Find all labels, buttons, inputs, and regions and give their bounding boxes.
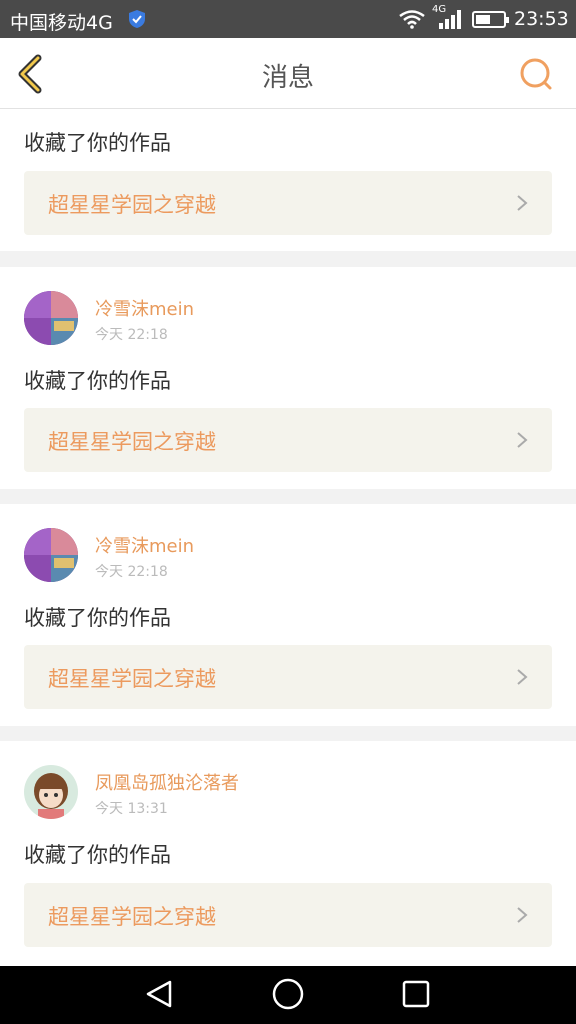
avatar[interactable] [24,291,78,345]
shield-icon [129,10,145,28]
username[interactable]: 凤凰岛孤独沦落者 [95,769,239,795]
status-time: 23:53 [514,8,569,30]
message-action: 收藏了你的作品 [24,369,171,393]
search-icon[interactable] [518,56,554,92]
avatar-image [24,291,78,345]
carrier-label: 中国移动4G [10,12,113,34]
work-link[interactable]: 超星星学园之穿越 [24,883,552,947]
chevron-right-icon [517,669,528,685]
avatar[interactable] [24,765,78,819]
message-time: 今天 13:31 [95,801,168,817]
work-link[interactable]: 超星星学园之穿越 [24,171,552,235]
avatar-image [24,765,78,819]
status-bar: 中国移动4G 4G 23:53 [0,0,576,38]
battery-fill [476,15,490,24]
message-action: 收藏了你的作品 [24,131,171,155]
nav-recent-icon[interactable] [402,980,430,1008]
page-title: 消息 [261,63,314,93]
message-time: 今天 22:18 [95,327,168,343]
signal-icon [439,10,461,29]
message-card: 收藏了你的作品 超星星学园之穿越 [0,109,576,251]
work-link[interactable]: 超星星学园之穿越 [24,408,552,472]
work-title: 超星星学园之穿越 [48,667,216,691]
message-card: 冷雪沫mein 今天 22:18 收藏了你的作品 超星星学园之穿越 [0,267,576,489]
wifi-icon [399,10,425,29]
chevron-right-icon [517,432,528,448]
username[interactable]: 冷雪沫mein [95,295,194,321]
message-list[interactable]: 收藏了你的作品 超星星学园之穿越 冷雪沫mein 今天 22:18 收藏了你的作… [0,109,576,966]
avatar-image [24,528,78,582]
system-nav-bar [0,966,576,1024]
avatar[interactable] [24,528,78,582]
message-action: 收藏了你的作品 [24,843,171,867]
message-action: 收藏了你的作品 [24,606,171,630]
nav-home-icon[interactable] [272,978,304,1010]
app-header: 消息 [0,38,576,109]
message-time: 今天 22:18 [95,564,168,580]
nav-back-icon[interactable] [144,978,176,1010]
work-title: 超星星学园之穿越 [48,905,216,929]
work-title: 超星星学园之穿越 [48,430,216,454]
work-link[interactable]: 超星星学园之穿越 [24,645,552,709]
battery-icon [472,11,509,28]
chevron-right-icon [517,907,528,923]
work-title: 超星星学园之穿越 [48,193,216,217]
message-card: 冷雪沫mein 今天 22:18 收藏了你的作品 超星星学园之穿越 [0,504,576,726]
message-card: 凤凰岛孤独沦落者 今天 13:31 收藏了你的作品 超星星学园之穿越 [0,741,576,966]
chevron-right-icon [517,195,528,211]
username[interactable]: 冷雪沫mein [95,532,194,558]
